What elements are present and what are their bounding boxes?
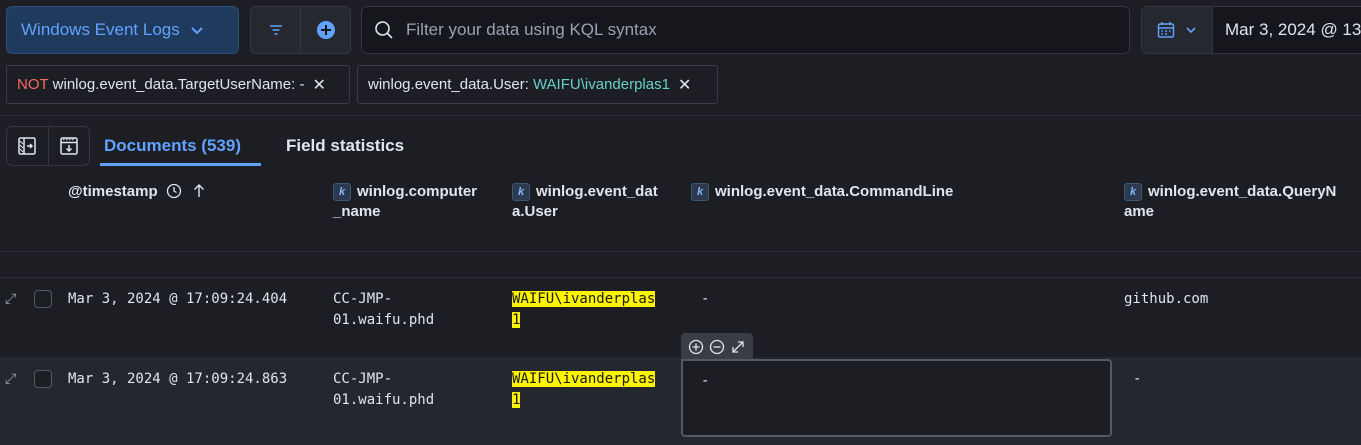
cell-text: CC-JMP-: [333, 291, 393, 307]
panel-bottom-icon: [60, 137, 78, 155]
column-header-user[interactable]: k winlog.event_dat a.User: [512, 182, 682, 222]
column-header-label: _name: [333, 203, 381, 220]
tab-field-statistics[interactable]: Field statistics: [286, 136, 404, 156]
highlighted-user: WAIFU\ivanderplas: [512, 291, 656, 307]
divider: [0, 277, 1361, 278]
filter-button-group: [250, 6, 351, 54]
expand-row-icon[interactable]: ⤢: [5, 290, 16, 307]
filter-in-icon[interactable]: [688, 339, 704, 355]
column-header-timestamp[interactable]: @timestamp: [68, 182, 206, 202]
cell-timestamp: Mar 3, 2024 @ 17:09:24.404: [68, 291, 288, 307]
filter-pill-user[interactable]: winlog.event_data.User: WAIFU\ivanderpla…: [357, 65, 718, 104]
cell-command-line: -: [701, 291, 710, 307]
kql-placeholder: Filter your data using KQL syntax: [406, 20, 657, 39]
tab-documents[interactable]: Documents (539): [104, 136, 241, 156]
sort-ascending-icon[interactable]: [192, 183, 206, 199]
cell-computer-name: CC-JMP- 01.waifu.phd: [333, 369, 434, 411]
filter-not-label: NOT: [17, 76, 49, 93]
filter-pill-target-user[interactable]: NOT winlog.event_data.TargetUserName: - …: [6, 65, 350, 104]
column-header-command-line[interactable]: k winlog.event_data.CommandLine: [691, 182, 1111, 202]
filter-field-label: winlog.event_data.User:: [368, 76, 529, 93]
column-header-label: winlog.event_dat: [536, 183, 658, 200]
highlighted-user: WAIFU\ivanderplas: [512, 371, 656, 387]
filter-value-label: WAIFU\ivanderplas1: [532, 76, 670, 93]
highlighted-user: 1: [512, 312, 521, 328]
sidebar-toggle-icon: [18, 137, 36, 155]
toggle-histogram-button[interactable]: [49, 127, 90, 165]
data-view-selector[interactable]: Windows Event Logs: [6, 6, 239, 54]
cell-user: WAIFU\ivanderplas 1: [512, 289, 656, 331]
cell-query-name: -: [1133, 371, 1142, 387]
toggle-sidebar-button[interactable]: [7, 127, 49, 165]
row-select-checkbox[interactable]: [34, 290, 52, 308]
keyword-type-icon: k: [512, 183, 530, 201]
cell-text: CC-JMP-: [333, 371, 393, 387]
focused-cell-command-line[interactable]: -: [681, 359, 1112, 437]
cell-user: WAIFU\ivanderplas 1: [512, 369, 656, 411]
data-view-label: Windows Event Logs: [21, 20, 180, 39]
calendar-icon: [1157, 22, 1175, 38]
column-header-computer-name[interactable]: k winlog.computer _name: [333, 182, 493, 222]
clock-icon: [166, 183, 181, 199]
chevron-down-icon: [191, 27, 203, 35]
highlighted-user: 1: [512, 392, 521, 408]
filter-menu-button[interactable]: [251, 7, 301, 53]
active-tab-indicator: [100, 163, 261, 166]
column-header-label: @timestamp: [68, 183, 158, 200]
kql-search-input[interactable]: Filter your data using KQL syntax: [361, 6, 1130, 54]
cell-timestamp: Mar 3, 2024 @ 17:09:24.863: [68, 371, 288, 387]
cell-actions-bar: [681, 333, 753, 360]
column-header-label: winlog.event_data.QueryN: [1148, 183, 1337, 200]
column-header-label: winlog.computer: [357, 183, 477, 200]
filter-icon: [269, 25, 282, 35]
quick-menu-button[interactable]: [1142, 7, 1213, 53]
panel-toggle-group: [6, 126, 90, 166]
keyword-type-icon: k: [691, 183, 709, 201]
search-icon: [375, 21, 393, 39]
expand-row-icon[interactable]: ⤢: [5, 370, 16, 387]
close-icon[interactable]: ✕: [312, 75, 325, 95]
row-select-checkbox[interactable]: [34, 370, 52, 388]
divider: [0, 251, 1361, 252]
cell-computer-name: CC-JMP- 01.waifu.phd: [333, 289, 434, 331]
date-start-value[interactable]: Mar 3, 2024 @ 13: [1213, 7, 1361, 53]
plus-circle-icon: [316, 21, 335, 39]
cell-text: 01.waifu.phd: [333, 392, 435, 408]
keyword-type-icon: k: [333, 183, 351, 201]
column-header-label: winlog.event_data.CommandLine: [715, 183, 954, 200]
chevron-down-icon: [1186, 27, 1196, 34]
cell-text: 01.waifu.phd: [333, 312, 435, 328]
add-filter-button[interactable]: [301, 7, 350, 53]
column-header-label: ame: [1124, 203, 1155, 220]
filter-field-label: winlog.event_data.TargetUserName: -: [52, 76, 305, 93]
date-picker[interactable]: Mar 3, 2024 @ 13: [1141, 6, 1361, 54]
expand-cell-icon[interactable]: [730, 339, 746, 355]
cell-command-line: -: [701, 373, 710, 389]
divider: [0, 115, 1361, 116]
keyword-type-icon: k: [1124, 183, 1142, 201]
filter-out-icon[interactable]: [709, 339, 725, 355]
close-icon[interactable]: ✕: [678, 75, 691, 95]
column-header-label: a.User: [512, 203, 558, 220]
column-header-query-name[interactable]: k winlog.event_data.QueryN ame: [1124, 182, 1359, 222]
cell-query-name: github.com: [1124, 291, 1209, 307]
